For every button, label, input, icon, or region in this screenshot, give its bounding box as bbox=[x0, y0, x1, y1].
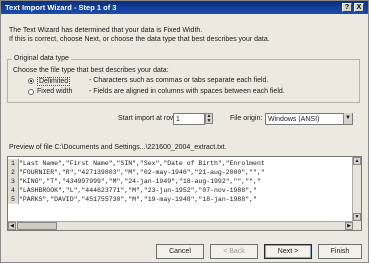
row-text: "Last Name","First Name","SIN","Sex","Da… bbox=[19, 160, 265, 167]
row-number: 4 bbox=[8, 186, 19, 195]
preview-row: 4 "LASHBROOK","L","444623771","M","23-jun… bbox=[8, 186, 257, 195]
horizontal-scrollbar[interactable]: ◀ ▶ bbox=[8, 221, 353, 230]
scroll-down-icon[interactable]: ▼ bbox=[353, 213, 361, 221]
title-bar: Text Import Wizard - Step 1 of 3 ? X bbox=[1, 1, 368, 14]
intro-line-2: If this is correct, choose Next, or choo… bbox=[9, 36, 270, 43]
file-origin-value: Windows (ANSI) bbox=[268, 116, 320, 123]
vertical-scrollbar[interactable]: ▲ ▼ bbox=[352, 157, 361, 230]
window-title: Text Import Wizard - Step 1 of 3 bbox=[5, 3, 117, 12]
fixed-width-radio[interactable] bbox=[28, 89, 34, 95]
preview-label: Preview of file C:\Documents and Setting… bbox=[9, 144, 227, 151]
delimited-description: - Characters such as commas or tabs sepa… bbox=[89, 77, 269, 84]
start-row-input[interactable]: 1 bbox=[173, 113, 205, 125]
scroll-right-icon[interactable]: ▶ bbox=[345, 222, 353, 230]
file-origin-select[interactable]: Windows (ANSI) ▼ bbox=[265, 113, 353, 125]
start-row-label: Start import at row: bbox=[118, 115, 178, 122]
intro-line-1: The Text Wizard has determined that your… bbox=[9, 27, 203, 34]
delimited-label[interactable]: Delimited bbox=[37, 77, 71, 86]
scroll-up-icon[interactable]: ▲ bbox=[353, 157, 361, 165]
back-button[interactable]: < Back bbox=[210, 244, 258, 259]
close-button[interactable]: X bbox=[354, 3, 364, 12]
row-number: 1 bbox=[8, 159, 19, 168]
chevron-down-icon[interactable]: ▼ bbox=[343, 113, 352, 124]
preview-row: 2 "FOURNIER","R","427139803","M","02-may-… bbox=[8, 168, 265, 177]
cancel-button[interactable]: Cancel bbox=[156, 244, 204, 259]
file-origin-label: File origin: bbox=[230, 115, 263, 122]
preview-row: 5 "PARKS","DAVID","451755730","M","19-may… bbox=[8, 195, 257, 204]
text-import-wizard-dialog: Text Import Wizard - Step 1 of 3 ? X The… bbox=[0, 0, 369, 263]
preview-row: 1 "Last Name","First Name","SIN","Sex","D… bbox=[8, 159, 265, 168]
preview-row: 3 "KING","T","434997999","M","24-jan-1949… bbox=[8, 177, 261, 186]
row-text: "PARKS","DAVID","451755730","M","19-may-… bbox=[19, 196, 257, 203]
next-button[interactable]: Next > bbox=[264, 244, 312, 259]
finish-button[interactable]: Finish bbox=[318, 244, 362, 259]
fixed-width-description: - Fields are aligned in columns with spa… bbox=[89, 88, 285, 95]
row-number: 3 bbox=[8, 177, 19, 186]
row-number: 5 bbox=[8, 195, 19, 204]
delimited-radio[interactable] bbox=[28, 78, 34, 84]
file-preview[interactable]: 1 "Last Name","First Name","SIN","Sex","D… bbox=[7, 156, 362, 231]
scroll-thumb[interactable] bbox=[17, 222, 57, 230]
row-number: 2 bbox=[8, 168, 19, 177]
row-text: "LASHBROOK","L","444623771","M","23-jun-… bbox=[19, 187, 257, 194]
file-type-prompt: Choose the file type that best describes… bbox=[13, 67, 169, 74]
start-row-spinner[interactable]: ▲ ▼ bbox=[205, 113, 213, 124]
fixed-width-label[interactable]: Fixed width bbox=[37, 88, 72, 95]
row-text: "FOURNIER","R","427139803","M","02-may-1… bbox=[19, 169, 265, 176]
row-text: "KING","T","434997999","M","24-jan-1949"… bbox=[19, 178, 261, 185]
scroll-left-icon[interactable]: ◀ bbox=[8, 222, 16, 230]
original-data-type-legend: Original data type bbox=[12, 55, 71, 62]
help-button[interactable]: ? bbox=[342, 3, 352, 12]
